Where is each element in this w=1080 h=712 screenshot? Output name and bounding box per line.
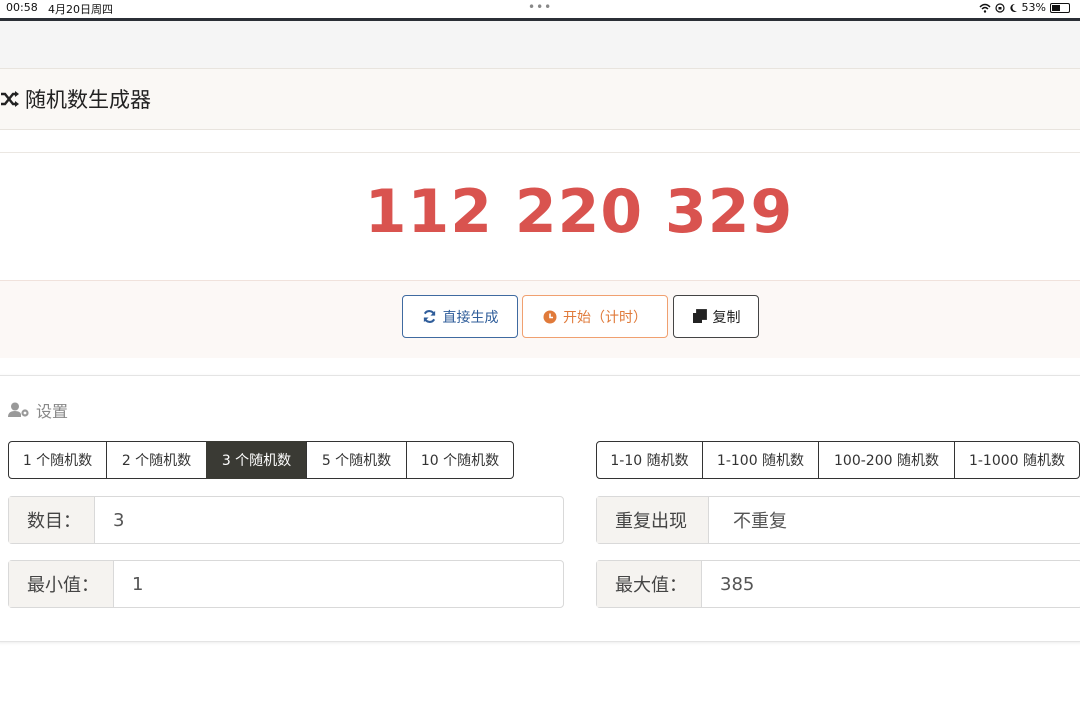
count-preset-1[interactable]: 1 个随机数 [8, 441, 107, 479]
start-timer-button-label: 开始（计时） [563, 309, 647, 326]
settings-heading: 设置 [8, 398, 68, 422]
count-field[interactable]: 数目： 3 [8, 496, 564, 544]
settings-panel: 设置 1 个随机数 2 个随机数 3 个随机数 5 个随机数 10 个随机数 1… [0, 375, 1080, 642]
generate-button-label: 直接生成 [442, 309, 499, 326]
status-time: 00:58 [6, 1, 38, 14]
shuffle-icon [1, 91, 19, 107]
generate-button[interactable]: 直接生成 [402, 295, 518, 338]
refresh-icon [423, 310, 435, 323]
battery-percent: 53% [1021, 1, 1046, 14]
copy-button-label: 复制 [712, 309, 741, 326]
start-timer-button[interactable]: 开始（计时） [522, 295, 668, 338]
min-field-value[interactable]: 1 [114, 561, 143, 607]
result-panel: 112 220 329 直接生成 开始（计时） 复制 [0, 152, 1080, 358]
wifi-icon [979, 3, 991, 13]
count-preset-2[interactable]: 2 个随机数 [106, 441, 207, 479]
user-settings-icon [8, 402, 29, 417]
count-preset-group: 1 个随机数 2 个随机数 3 个随机数 5 个随机数 10 个随机数 [8, 441, 514, 479]
status-date: 4月20日周四 [48, 3, 113, 16]
count-field-label: 数目： [9, 497, 95, 543]
min-field[interactable]: 最小值： 1 [8, 560, 564, 608]
range-preset-group: 1-10 随机数 1-100 随机数 100-200 随机数 1-1000 随机… [596, 441, 1080, 479]
range-preset-1-10[interactable]: 1-10 随机数 [596, 441, 703, 479]
copy-button[interactable]: 复制 [673, 295, 759, 338]
repeat-field[interactable]: 重复出现 不重复 [596, 496, 1080, 544]
page-title: 随机数生成器 [25, 88, 151, 112]
min-field-label: 最小值： [9, 561, 114, 607]
range-preset-1-100[interactable]: 1-100 随机数 [702, 441, 819, 479]
status-bar: 00:58 4月20日周四 ••• 53% [0, 0, 1080, 18]
range-preset-1-1000[interactable]: 1-1000 随机数 [954, 441, 1080, 479]
count-field-value[interactable]: 3 [95, 497, 124, 543]
count-preset-5[interactable]: 5 个随机数 [306, 441, 407, 479]
clock-icon [543, 310, 557, 323]
settings-title: 设置 [36, 402, 69, 421]
toolbar-band [0, 21, 1080, 69]
max-field-value[interactable]: 385 [702, 561, 754, 607]
count-preset-3[interactable]: 3 个随机数 [206, 441, 307, 479]
orientation-lock-icon [994, 2, 1005, 13]
moon-icon [1009, 3, 1017, 12]
copy-icon [692, 309, 707, 323]
status-right: 53% [979, 1, 1070, 14]
multitask-dots-icon[interactable]: ••• [528, 0, 552, 14]
repeat-field-label: 重复出现 [597, 497, 709, 543]
max-field-label: 最大值： [597, 561, 702, 607]
title-panel: 随机数生成器 [0, 68, 1080, 130]
range-preset-100-200[interactable]: 100-200 随机数 [818, 441, 955, 479]
repeat-select[interactable]: 不重复 [709, 497, 787, 543]
random-numbers-display: 112 220 329 [364, 177, 794, 247]
max-field[interactable]: 最大值： 385 [596, 560, 1080, 608]
count-preset-10[interactable]: 10 个随机数 [406, 441, 514, 479]
action-bar: 直接生成 开始（计时） 复制 [0, 280, 1080, 358]
battery-icon [1050, 2, 1070, 13]
